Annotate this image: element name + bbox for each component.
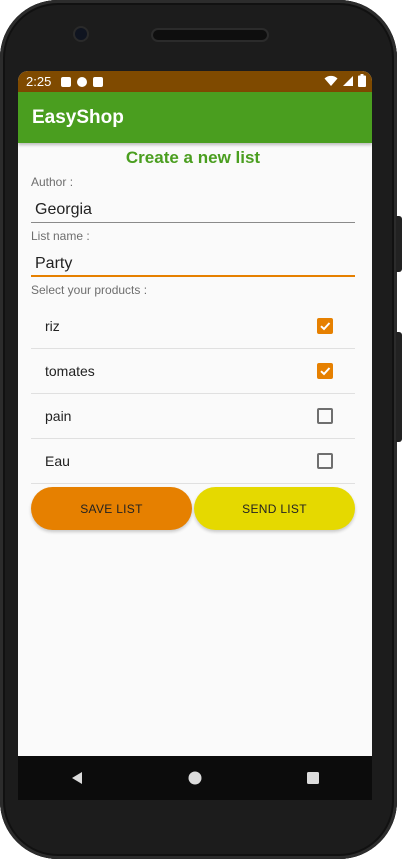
front-camera — [75, 28, 87, 40]
notification-icons — [61, 76, 104, 87]
wifi-icon — [324, 75, 338, 86]
product-list: riz tomates pain Eau — [31, 304, 355, 484]
product-name: Eau — [45, 453, 70, 469]
product-row-tomates[interactable]: tomates — [31, 349, 355, 394]
action-buttons: SAVE LIST SEND LIST — [31, 487, 355, 530]
page-title: Create a new list — [125, 148, 261, 167]
phone-frame: 2:25 EasyShop Create a new list Author:… — [0, 0, 397, 859]
screen: 2:25 EasyShop Create a new list Author:… — [18, 71, 372, 756]
product-checkbox[interactable] — [317, 363, 333, 379]
recents-button[interactable] — [300, 765, 326, 791]
battery-icon — [358, 74, 366, 87]
notification-app-icon — [77, 76, 88, 87]
cell-signal-icon — [343, 75, 353, 86]
notification-a-icon — [61, 76, 72, 87]
recents-icon — [307, 772, 319, 784]
products-label: Select your products : — [31, 283, 148, 297]
checkmark-icon — [320, 367, 331, 376]
product-row-eau[interactable]: Eau — [31, 439, 355, 484]
home-icon — [188, 771, 202, 785]
product-row-riz[interactable]: riz — [31, 304, 355, 349]
product-name: pain — [45, 408, 72, 424]
product-name: tomates — [45, 363, 95, 379]
save-list-button[interactable]: SAVE LIST — [31, 487, 192, 530]
product-checkbox[interactable] — [317, 318, 333, 334]
author-label: Author : — [31, 175, 74, 189]
earpiece-speaker — [153, 30, 267, 40]
home-button[interactable] — [182, 765, 208, 791]
volume-button — [396, 216, 402, 272]
list-name-input[interactable] — [31, 252, 355, 277]
form-content: Create a new list Author : List name : S… — [18, 147, 372, 530]
app-title: EasyShop — [32, 106, 124, 128]
author-input[interactable] — [31, 198, 355, 223]
back-button[interactable] — [64, 765, 90, 791]
status-bar: 2:25 — [18, 71, 372, 92]
power-button — [396, 332, 402, 442]
status-time: 2:25 — [26, 74, 52, 89]
product-checkbox[interactable] — [317, 408, 333, 424]
system-nav-bar — [18, 756, 372, 800]
system-status-icons — [324, 74, 366, 87]
checkmark-icon — [320, 322, 331, 331]
send-list-button[interactable]: SEND LIST — [194, 487, 355, 530]
product-checkbox[interactable] — [317, 453, 333, 469]
sd-card-icon — [93, 76, 104, 87]
product-row-pain[interactable]: pain — [31, 394, 355, 439]
list-name-label: List name : — [31, 229, 90, 243]
back-icon — [72, 772, 82, 784]
app-bar: EasyShop — [18, 92, 372, 143]
product-name: riz — [45, 318, 60, 334]
